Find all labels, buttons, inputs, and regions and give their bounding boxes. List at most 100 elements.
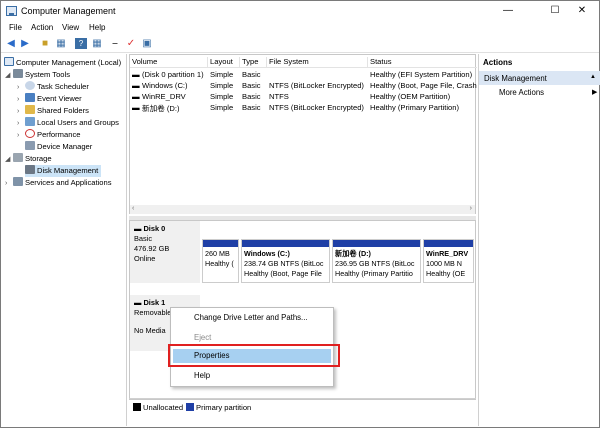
back-icon[interactable]: ◀ — [5, 38, 17, 49]
menu-file[interactable]: File — [9, 23, 22, 32]
disk0-label[interactable]: ▬ Disk 0 Basic 476.92 GB Online — [130, 221, 200, 283]
view-icon[interactable]: ▣ — [141, 38, 153, 49]
header-volume[interactable]: Volume — [130, 57, 208, 68]
volume-icon: ▬ — [132, 70, 140, 79]
more-actions[interactable]: More Actions — [499, 88, 544, 97]
shared-folder-icon — [25, 105, 35, 114]
filesystem-cell: NTFS — [269, 92, 289, 101]
header-file-system[interactable]: File System — [267, 57, 368, 68]
legend: Unallocated Primary partition — [129, 398, 476, 414]
disk0-state: Online — [134, 254, 156, 263]
collapse-icon[interactable]: ◢ — [5, 154, 13, 166]
partition-efi[interactable]: 260 MB Healthy ( — [202, 239, 239, 283]
volume-cell: (Disk 0 partition 1) — [142, 70, 204, 79]
storage-icon — [13, 153, 23, 162]
partition-name: 新加卷 (D:) — [335, 249, 371, 258]
volume-icon: ▬ — [132, 103, 140, 112]
computer-management-icon — [6, 6, 17, 16]
layout-cell: Simple — [210, 92, 234, 101]
menu-action[interactable]: Action — [31, 23, 53, 32]
annotation-highlight-box — [168, 344, 340, 367]
tree-storage[interactable]: ◢ Storage — [5, 153, 52, 165]
table-row[interactable]: ▬ WinRE_DRV Simple Basic NTFS Healthy (O… — [130, 92, 477, 103]
menu-help-item[interactable]: Help — [173, 369, 331, 383]
menu-bar: File Action View Help — [1, 21, 599, 35]
properties-icon[interactable]: ▦ — [91, 38, 103, 49]
close-button[interactable]: ✕ — [565, 1, 599, 21]
partition-status: Healthy (Primary Partitio — [335, 269, 413, 278]
navigation-tree: Computer Management (Local) ◢ System Tool… — [1, 54, 127, 426]
table-row[interactable]: ▬ (Disk 0 partition 1) Simple Basic Heal… — [130, 70, 477, 81]
volume-list: Volume Layout Type File System Status ▬ … — [129, 54, 477, 214]
tree-storage-label: Storage — [25, 154, 52, 163]
legend-primary: Primary partition — [196, 403, 252, 412]
tree-root[interactable]: Computer Management (Local) — [4, 57, 121, 69]
event-viewer-icon — [25, 93, 35, 102]
tree-event-viewer[interactable]: › Event Viewer — [17, 93, 82, 105]
disk0-type: Basic — [134, 234, 153, 243]
expand-icon[interactable]: › — [5, 178, 13, 190]
tree-services-label: Services and Applications — [25, 178, 112, 187]
title-bar: Computer Management — ☐ ✕ — [1, 1, 599, 21]
menu-view[interactable]: View — [62, 23, 79, 32]
partition-status: Healthy ( — [205, 259, 234, 268]
partition-size: 260 MB — [205, 249, 230, 258]
header-type[interactable]: Type — [240, 57, 267, 68]
layout-cell: Simple — [210, 81, 234, 90]
header-layout[interactable]: Layout — [208, 57, 240, 68]
status-cell: Healthy (OEM Partition) — [370, 92, 451, 101]
expand-icon[interactable]: › — [17, 130, 25, 142]
collapse-icon[interactable]: ◢ — [5, 70, 13, 82]
forward-icon[interactable]: ▶ — [19, 38, 31, 49]
menu-help[interactable]: Help — [89, 23, 105, 32]
menu-change-drive-letter[interactable]: Change Drive Letter and Paths... — [173, 311, 331, 325]
more-actions-arrow-icon[interactable]: ▶ — [592, 88, 597, 96]
tree-device-manager[interactable]: Device Manager — [25, 141, 92, 153]
horizontal-scrollbar[interactable]: ‹ › — [130, 205, 475, 214]
unallocated-swatch — [133, 403, 141, 411]
help-icon[interactable]: ? — [75, 38, 87, 49]
tree-disk-management[interactable]: Disk Management — [25, 165, 102, 177]
tree-task-scheduler[interactable]: › Task Scheduler — [17, 81, 89, 93]
type-cell: Basic — [242, 103, 261, 112]
disk1-name: Disk 1 — [143, 298, 166, 307]
partition-d[interactable]: 新加卷 (D:) 236.95 GB NTFS (BitLoc Healthy … — [332, 239, 421, 283]
tree-root-label: Computer Management (Local) — [16, 58, 122, 67]
check-icon[interactable]: ✓ — [125, 38, 137, 49]
header-status[interactable]: Status — [368, 57, 477, 68]
table-row[interactable]: ▬ 新加卷 (D:) Simple Basic NTFS (BitLocker … — [130, 103, 477, 114]
tree-local-users[interactable]: › Local Users and Groups — [17, 117, 119, 129]
primary-swatch — [186, 403, 194, 411]
tree-disk-management-label: Disk Management — [37, 166, 99, 175]
partition-size: 1000 MB N — [426, 259, 462, 268]
disk-icon — [25, 165, 35, 174]
tree-label: Local Users and Groups — [37, 118, 119, 127]
tree-performance[interactable]: › Performance — [17, 129, 80, 141]
status-cell: Healthy (EFI System Partition) — [370, 70, 473, 79]
table-row[interactable]: ▬ Windows (C:) Simple Basic NTFS (BitLoc… — [130, 81, 477, 92]
scroll-left-icon[interactable]: ‹ — [132, 205, 134, 212]
partition-name: WinRE_DRV — [426, 249, 469, 258]
show-tree-icon[interactable]: ▦ — [55, 38, 67, 49]
tree-label: Performance — [37, 130, 81, 139]
tree-label: Event Viewer — [37, 94, 82, 103]
type-cell: Basic — [242, 70, 261, 79]
up-folder-icon[interactable]: ■ — [39, 38, 51, 49]
filesystem-cell: NTFS (BitLocker Encrypted) — [269, 81, 364, 90]
actions-disk-management[interactable]: Disk Management — [479, 71, 600, 85]
connect-icon[interactable]: ⎯ — [109, 38, 121, 49]
tree-system-tools[interactable]: ◢ System Tools — [5, 69, 70, 81]
minimize-button[interactable]: — — [491, 1, 525, 21]
partition-winre[interactable]: WinRE_DRV 1000 MB N Healthy (OE — [423, 239, 474, 283]
tree-services[interactable]: › Services and Applications — [5, 177, 112, 189]
scroll-right-icon[interactable]: › — [470, 205, 472, 212]
volume-icon: ▬ — [132, 92, 140, 101]
disk0-size: 476.92 GB — [134, 244, 170, 253]
users-icon — [25, 117, 35, 126]
partition-status: Healthy (OE — [426, 269, 466, 278]
partition-size: 238.74 GB NTFS (BitLoc — [244, 259, 324, 268]
type-cell: Basic — [242, 92, 261, 101]
tree-shared-folders[interactable]: › Shared Folders — [17, 105, 89, 117]
partition-windows-c[interactable]: Windows (C:) 238.74 GB NTFS (BitLoc Heal… — [241, 239, 330, 283]
menu-eject[interactable]: Eject — [173, 331, 331, 345]
